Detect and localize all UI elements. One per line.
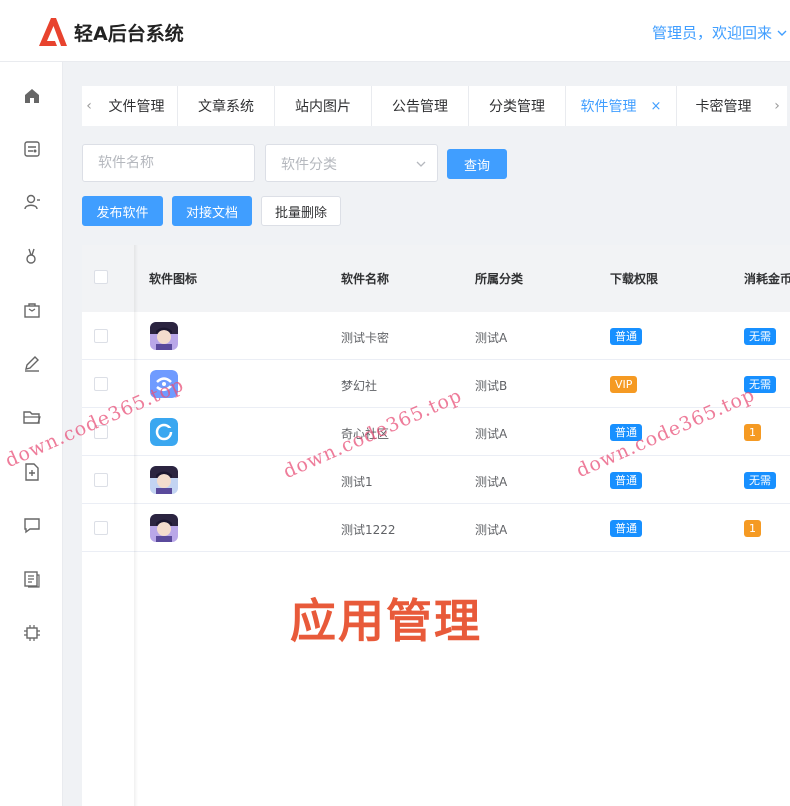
app-logo[interactable]: 轻A后台系统 [36,16,184,48]
software-name: 梦幻社 [341,379,378,393]
app-title: 轻A后台系统 [74,22,184,45]
tab-software-manage[interactable]: 软件管理 × [566,86,677,126]
add-file-icon[interactable] [22,462,42,482]
filter-bar: 软件分类 查询 [82,144,787,184]
cost-badge: 1 [744,424,761,441]
tab-next-button[interactable]: › [770,86,784,126]
software-name: 测试1222 [341,523,396,537]
software-name: 测试卡密 [341,331,390,345]
bag-icon[interactable] [22,300,42,320]
top-bar: 轻A后台系统 管理员，欢迎回来 [0,0,790,62]
cost-badge: 1 [744,520,761,537]
table-row[interactable]: 测试卡密 测试A 普通 无需 [82,312,790,360]
cost-badge: 无需 [744,376,776,393]
permission-badge: 普通 [610,520,642,537]
tab-article-system[interactable]: 文章系统 [178,86,275,126]
table-header: 软件图标 软件名称 所属分类 下载权限 消耗金币 [82,245,790,312]
software-category: 测试A [475,523,508,537]
cost-badge: 无需 [744,472,776,489]
column-header-name: 软件名称 [341,272,390,286]
tab-prev-button[interactable]: ‹ [82,86,96,126]
tab-file-manage[interactable]: 文件管理 [96,86,178,126]
software-table: 软件图标 软件名称 所属分类 下载权限 消耗金币 测试卡密 测试A 普通 无需 … [82,245,790,806]
table-row[interactable]: 梦幻社 测试B VIP 无需 [82,360,790,408]
close-icon[interactable]: × [651,99,662,114]
user-greeting: 管理员，欢迎回来 [651,24,772,42]
publish-software-button[interactable]: 发布软件 [82,196,163,226]
permission-badge: 普通 [610,424,642,441]
dream-logo-icon [150,370,178,398]
column-header-permission: 下载权限 [610,272,659,286]
column-header-cost: 消耗金币 [744,272,790,286]
row-checkbox[interactable] [94,425,108,439]
category-placeholder: 软件分类 [281,157,337,173]
user-icon[interactable] [22,192,42,212]
chevron-down-icon [777,30,787,36]
promo-banner: 应用管理 [290,594,482,648]
software-category: 测试B [475,379,508,393]
query-button[interactable]: 查询 [447,149,507,179]
main-content: ‹ 文件管理 文章系统 站内图片 公告管理 分类管理 软件管理 × 卡密管理 ›… [63,62,790,806]
tab-site-images[interactable]: 站内图片 [275,86,372,126]
user-menu[interactable]: 管理员，欢迎回来 [652,22,788,43]
dashboard-icon[interactable] [22,139,42,159]
table-row[interactable]: 奇心社区 测试A 普通 1 [82,408,790,456]
document-icon[interactable] [22,569,42,589]
row-checkbox[interactable] [94,473,108,487]
software-category: 测试A [475,331,508,345]
software-category: 测试A [475,427,508,441]
anime-avatar-icon [150,466,178,494]
column-header-category: 所属分类 [475,272,524,286]
row-checkbox[interactable] [94,521,108,535]
anime-avatar-icon [150,322,178,350]
fixed-column-shadow [134,245,138,806]
software-name: 奇心社区 [341,427,390,441]
tab-notice-manage[interactable]: 公告管理 [372,86,469,126]
folder-icon[interactable] [22,407,42,427]
row-checkbox[interactable] [94,377,108,391]
anime-avatar-icon [150,514,178,542]
community-logo-icon [150,418,178,446]
row-checkbox[interactable] [94,329,108,343]
home-icon[interactable] [22,86,42,106]
message-icon[interactable] [22,515,42,535]
column-header-icon: 软件图标 [149,272,198,286]
user-manage-icon[interactable] [22,246,42,266]
tab-category-manage[interactable]: 分类管理 [469,86,566,126]
software-category: 测试A [475,475,508,489]
sidebar [0,62,63,806]
batch-delete-button[interactable]: 批量删除 [261,196,341,226]
chip-icon[interactable] [22,623,42,643]
tab-card-manage[interactable]: 卡密管理 [677,86,770,126]
table-row[interactable]: 测试1222 测试A 普通 1 [82,504,790,552]
tab-bar: ‹ 文件管理 文章系统 站内图片 公告管理 分类管理 软件管理 × 卡密管理 › [82,86,787,126]
chevron-down-icon [416,161,426,167]
software-name-input[interactable] [82,144,255,182]
permission-badge: VIP [610,376,638,393]
permission-badge: 普通 [610,328,642,345]
software-category-select[interactable]: 软件分类 [265,144,438,182]
pen-icon[interactable] [22,353,42,373]
api-docs-button[interactable]: 对接文档 [172,196,252,226]
software-name: 测试1 [341,475,373,489]
permission-badge: 普通 [610,472,642,489]
cost-badge: 无需 [744,328,776,345]
table-row[interactable]: 测试1 测试A 普通 无需 [82,456,790,504]
select-all-checkbox[interactable] [94,270,108,284]
logo-a-icon [39,18,67,46]
